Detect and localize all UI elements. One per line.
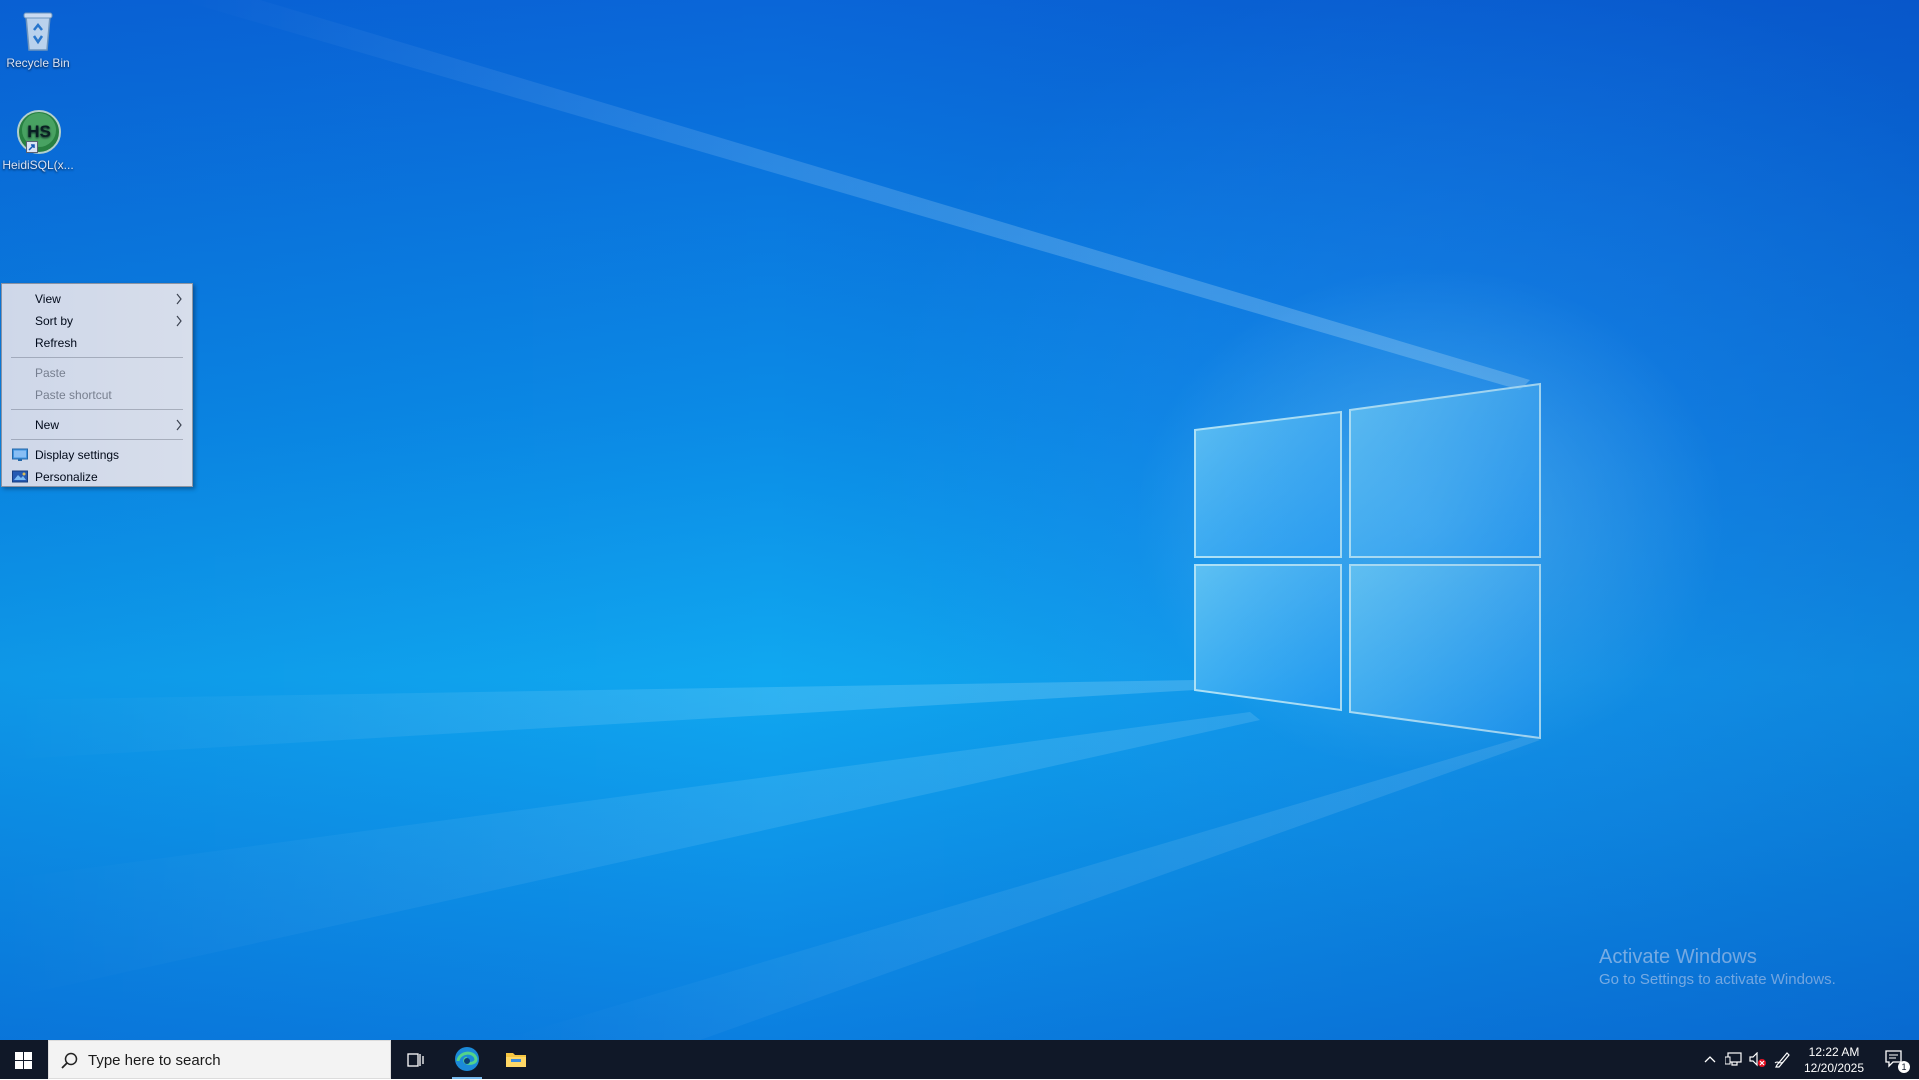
edge-icon bbox=[455, 1047, 479, 1071]
menu-separator bbox=[11, 439, 183, 440]
desktop-icon-heidisql[interactable]: HS HeidiSQL(x... bbox=[0, 108, 76, 172]
chevron-right-icon bbox=[176, 293, 182, 305]
desktop[interactable]: Recycle Bin HS HeidiSQL(x... View Sort b… bbox=[0, 0, 1919, 1040]
menu-item-label: New bbox=[35, 418, 60, 432]
taskbar-file-explorer-button[interactable] bbox=[495, 1040, 537, 1079]
menu-item-display-settings[interactable]: Display settings bbox=[2, 444, 192, 466]
windows-logo-wallpaper bbox=[1194, 382, 1541, 740]
pen-workspace-button[interactable] bbox=[1771, 1040, 1793, 1079]
network-tray-button[interactable] bbox=[1722, 1040, 1744, 1079]
heidisql-icon: HS bbox=[14, 108, 62, 156]
file-explorer-icon bbox=[506, 1053, 526, 1067]
start-button[interactable] bbox=[0, 1040, 48, 1079]
chevron-right-icon bbox=[176, 419, 182, 431]
taskbar: Type here to search 12:22 AM 12/20/2025 … bbox=[0, 1040, 1919, 1079]
search-placeholder: Type here to search bbox=[88, 1052, 221, 1069]
taskbar-search-box[interactable]: Type here to search bbox=[48, 1040, 391, 1079]
menu-item-label: View bbox=[35, 292, 61, 306]
action-center-button[interactable]: 1 bbox=[1876, 1040, 1914, 1079]
activate-windows-watermark: Activate Windows Go to Settings to activ… bbox=[1599, 944, 1836, 990]
windows-start-icon bbox=[15, 1052, 32, 1069]
menu-item-view[interactable]: View bbox=[2, 288, 192, 310]
menu-item-sort-by[interactable]: Sort by bbox=[2, 310, 192, 332]
logo-pane-bottom-right bbox=[1349, 564, 1541, 740]
chevron-right-icon bbox=[176, 315, 182, 327]
menu-item-personalize[interactable]: Personalize bbox=[2, 466, 192, 488]
desktop-icon-label: Recycle Bin bbox=[6, 56, 70, 70]
network-icon bbox=[1725, 1052, 1742, 1066]
watermark-title: Activate Windows bbox=[1599, 946, 1757, 968]
chevron-up-icon bbox=[1704, 1056, 1716, 1063]
menu-item-new[interactable]: New bbox=[2, 414, 192, 436]
heidisql-badge: HS bbox=[27, 122, 51, 141]
clock-date: 12/20/2025 bbox=[1803, 1061, 1865, 1075]
menu-item-paste-shortcut[interactable]: Paste shortcut bbox=[2, 384, 192, 406]
watermark-subtitle: Go to Settings to activate Windows. bbox=[1599, 971, 1836, 988]
logo-pane-top-right bbox=[1349, 382, 1541, 558]
menu-item-paste[interactable]: Paste bbox=[2, 362, 192, 384]
menu-item-label: Sort by bbox=[35, 314, 74, 328]
menu-item-label: Display settings bbox=[35, 448, 120, 462]
desktop-context-menu: View Sort by Refresh Paste Paste shortcu… bbox=[1, 283, 193, 487]
logo-pane-bottom-left bbox=[1194, 564, 1342, 712]
menu-separator bbox=[11, 409, 183, 410]
task-view-icon bbox=[407, 1053, 424, 1067]
shortcut-arrow-icon bbox=[26, 141, 38, 153]
show-hidden-icons-button[interactable] bbox=[1700, 1040, 1720, 1079]
menu-item-label: Paste bbox=[35, 366, 66, 380]
notification-count-badge: 1 bbox=[1898, 1061, 1910, 1073]
taskbar-edge-button[interactable] bbox=[446, 1040, 488, 1079]
task-view-button[interactable] bbox=[396, 1040, 436, 1079]
volume-muted-icon bbox=[1749, 1052, 1766, 1067]
clock-time: 12:22 AM bbox=[1808, 1045, 1860, 1059]
menu-separator bbox=[11, 357, 183, 358]
volume-tray-button[interactable] bbox=[1746, 1040, 1768, 1079]
menu-item-label: Paste shortcut bbox=[35, 388, 112, 402]
logo-pane-top-left bbox=[1194, 410, 1342, 558]
wallpaper-light-beams bbox=[0, 0, 1540, 1040]
search-icon bbox=[61, 1052, 78, 1069]
personalize-icon bbox=[12, 470, 28, 483]
display-settings-icon bbox=[12, 448, 28, 461]
desktop-icon-label: HeidiSQL(x... bbox=[2, 158, 74, 172]
taskbar-clock[interactable]: 12:22 AM 12/20/2025 bbox=[1796, 1044, 1872, 1076]
menu-item-label: Refresh bbox=[35, 336, 78, 350]
menu-item-label: Personalize bbox=[35, 470, 98, 484]
menu-item-refresh[interactable]: Refresh bbox=[2, 332, 192, 354]
desktop-icon-recycle-bin[interactable]: Recycle Bin bbox=[0, 6, 76, 70]
recycle-bin-icon bbox=[14, 6, 62, 54]
pen-icon bbox=[1774, 1052, 1790, 1068]
